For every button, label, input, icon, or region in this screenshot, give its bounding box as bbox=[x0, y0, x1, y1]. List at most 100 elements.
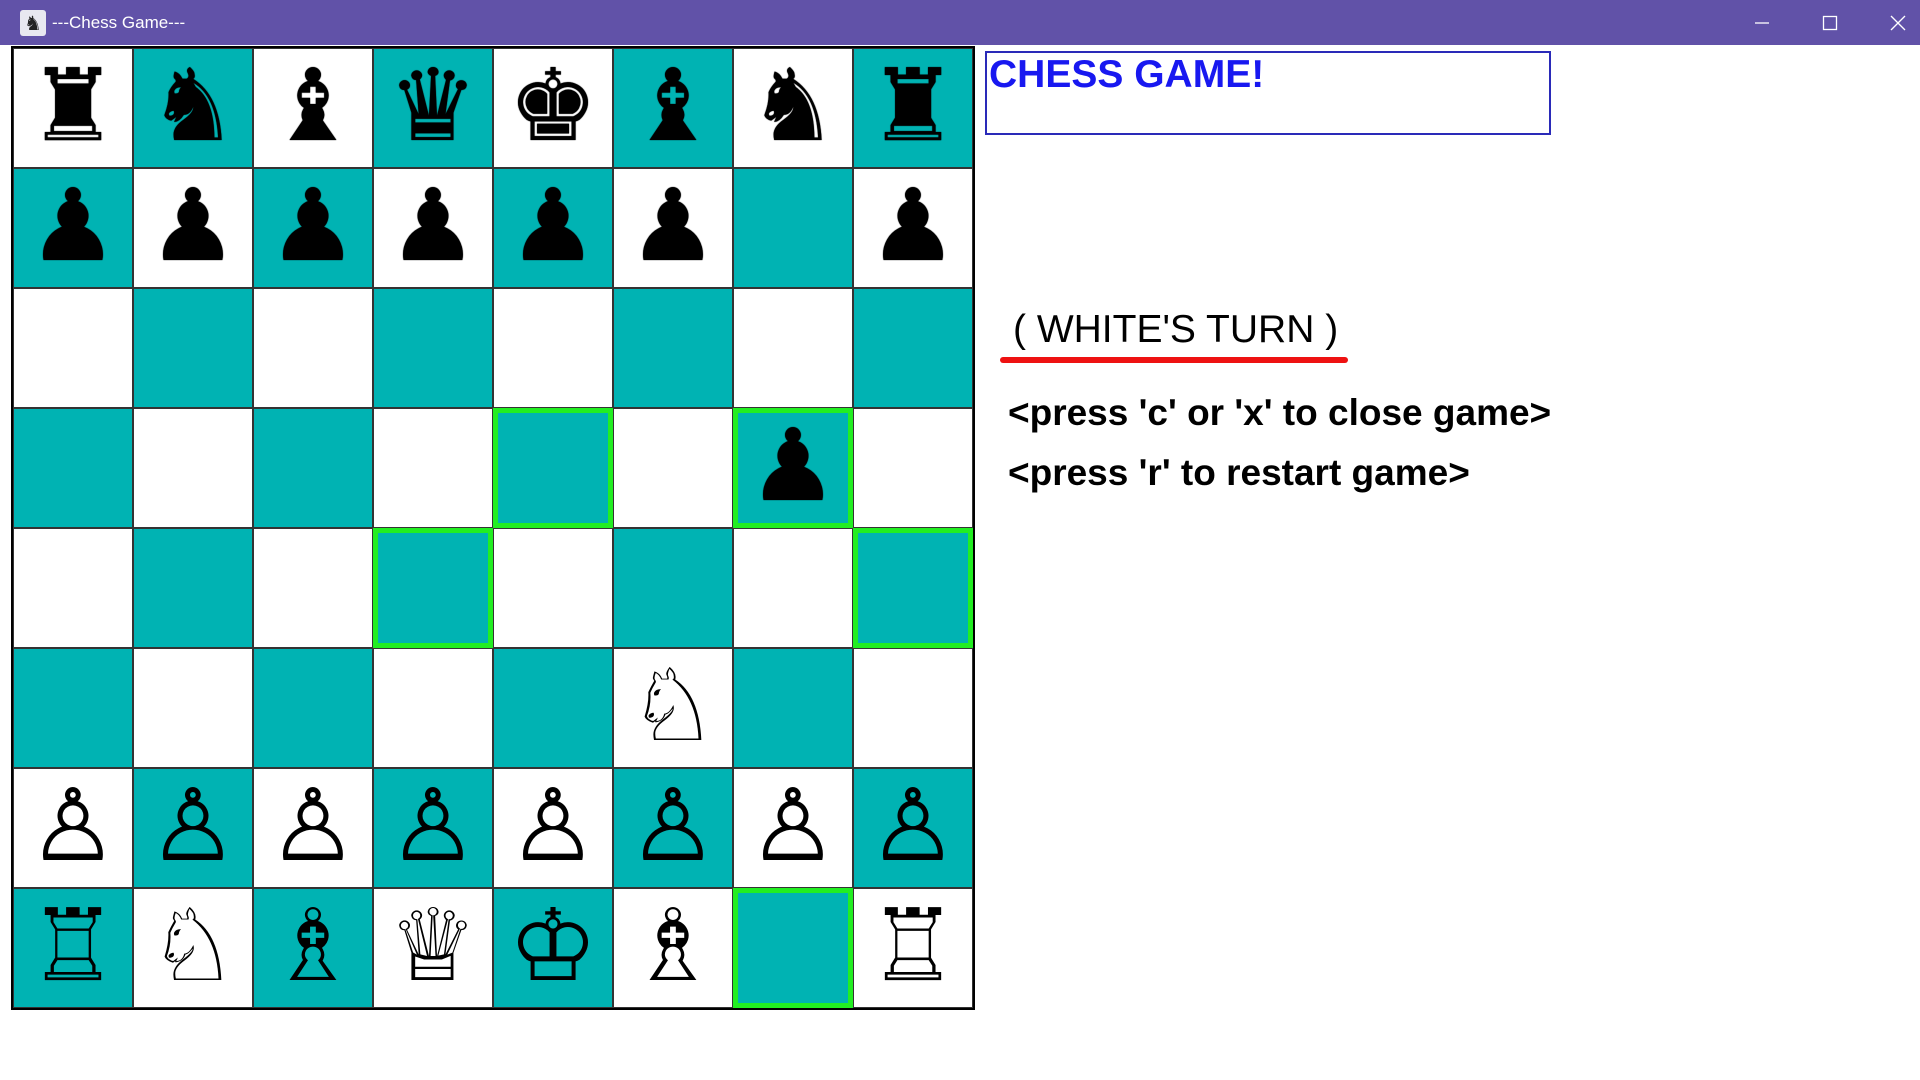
white-rook-icon[interactable]: ♖ bbox=[28, 896, 118, 996]
square-a8[interactable]: ♜ bbox=[13, 48, 133, 168]
white-pawn-icon[interactable]: ♙ bbox=[508, 776, 598, 876]
white-bishop-icon[interactable]: ♗ bbox=[268, 896, 358, 996]
black-queen-icon[interactable]: ♛ bbox=[388, 56, 478, 156]
square-d2[interactable]: ♙ bbox=[373, 768, 493, 888]
square-c7[interactable]: ♟ bbox=[253, 168, 373, 288]
square-c8[interactable]: ♝ bbox=[253, 48, 373, 168]
white-king-icon[interactable]: ♔ bbox=[508, 896, 598, 996]
black-bishop-icon[interactable]: ♝ bbox=[628, 56, 718, 156]
square-g8[interactable]: ♞ bbox=[733, 48, 853, 168]
square-a3[interactable] bbox=[13, 648, 133, 768]
square-a2[interactable]: ♙ bbox=[13, 768, 133, 888]
square-d7[interactable]: ♟ bbox=[373, 168, 493, 288]
black-pawn-icon[interactable]: ♟ bbox=[388, 176, 478, 276]
square-g3[interactable] bbox=[733, 648, 853, 768]
chess-app-icon[interactable]: ♞ bbox=[20, 10, 46, 36]
square-g4[interactable] bbox=[733, 528, 853, 648]
square-b8[interactable]: ♞ bbox=[133, 48, 253, 168]
black-pawn-icon[interactable]: ♟ bbox=[268, 176, 358, 276]
square-f5[interactable] bbox=[613, 408, 733, 528]
square-c4[interactable] bbox=[253, 528, 373, 648]
square-e5-highlighted[interactable] bbox=[493, 408, 613, 528]
close-button[interactable] bbox=[1864, 0, 1920, 45]
black-knight-icon[interactable]: ♞ bbox=[748, 56, 838, 156]
square-b3[interactable] bbox=[133, 648, 253, 768]
square-h6[interactable] bbox=[853, 288, 973, 408]
square-f6[interactable] bbox=[613, 288, 733, 408]
square-c3[interactable] bbox=[253, 648, 373, 768]
square-h5[interactable] bbox=[853, 408, 973, 528]
square-e8[interactable]: ♚ bbox=[493, 48, 613, 168]
white-pawn-icon[interactable]: ♙ bbox=[148, 776, 238, 876]
square-a4[interactable] bbox=[13, 528, 133, 648]
white-pawn-icon[interactable]: ♙ bbox=[748, 776, 838, 876]
square-h8[interactable]: ♜ bbox=[853, 48, 973, 168]
square-c5[interactable] bbox=[253, 408, 373, 528]
black-rook-icon[interactable]: ♜ bbox=[868, 56, 958, 156]
square-g1-highlighted[interactable] bbox=[733, 888, 853, 1008]
square-e1[interactable]: ♔ bbox=[493, 888, 613, 1008]
square-g7[interactable] bbox=[733, 168, 853, 288]
square-c2[interactable]: ♙ bbox=[253, 768, 373, 888]
square-d8[interactable]: ♛ bbox=[373, 48, 493, 168]
square-f4[interactable] bbox=[613, 528, 733, 648]
black-bishop-icon[interactable]: ♝ bbox=[268, 56, 358, 156]
square-a1[interactable]: ♖ bbox=[13, 888, 133, 1008]
black-knight-icon[interactable]: ♞ bbox=[148, 56, 238, 156]
square-g2[interactable]: ♙ bbox=[733, 768, 853, 888]
black-rook-icon[interactable]: ♜ bbox=[28, 56, 118, 156]
square-e7[interactable]: ♟ bbox=[493, 168, 613, 288]
black-pawn-icon[interactable]: ♟ bbox=[628, 176, 718, 276]
black-pawn-icon[interactable]: ♟ bbox=[508, 176, 598, 276]
square-f2[interactable]: ♙ bbox=[613, 768, 733, 888]
square-a6[interactable] bbox=[13, 288, 133, 408]
white-pawn-icon[interactable]: ♙ bbox=[628, 776, 718, 876]
white-queen-icon[interactable]: ♕ bbox=[388, 896, 478, 996]
square-a5[interactable] bbox=[13, 408, 133, 528]
square-h7[interactable]: ♟ bbox=[853, 168, 973, 288]
square-d5[interactable] bbox=[373, 408, 493, 528]
square-b2[interactable]: ♙ bbox=[133, 768, 253, 888]
square-b4[interactable] bbox=[133, 528, 253, 648]
white-pawn-icon[interactable]: ♙ bbox=[28, 776, 118, 876]
square-e2[interactable]: ♙ bbox=[493, 768, 613, 888]
square-d6[interactable] bbox=[373, 288, 493, 408]
square-c1[interactable]: ♗ bbox=[253, 888, 373, 1008]
square-h2[interactable]: ♙ bbox=[853, 768, 973, 888]
square-f3[interactable]: ♘ bbox=[613, 648, 733, 768]
square-d3[interactable] bbox=[373, 648, 493, 768]
minimize-button[interactable] bbox=[1728, 0, 1796, 45]
square-d4-highlighted[interactable] bbox=[373, 528, 493, 648]
square-e3[interactable] bbox=[493, 648, 613, 768]
square-c6[interactable] bbox=[253, 288, 373, 408]
black-pawn-icon[interactable]: ♟ bbox=[748, 416, 838, 516]
maximize-button[interactable] bbox=[1796, 0, 1864, 45]
square-b7[interactable]: ♟ bbox=[133, 168, 253, 288]
square-f8[interactable]: ♝ bbox=[613, 48, 733, 168]
white-pawn-icon[interactable]: ♙ bbox=[868, 776, 958, 876]
square-f7[interactable]: ♟ bbox=[613, 168, 733, 288]
black-pawn-icon[interactable]: ♟ bbox=[148, 176, 238, 276]
square-a7[interactable]: ♟ bbox=[13, 168, 133, 288]
square-b1[interactable]: ♘ bbox=[133, 888, 253, 1008]
square-b6[interactable] bbox=[133, 288, 253, 408]
square-f1[interactable]: ♗ bbox=[613, 888, 733, 1008]
white-knight-icon[interactable]: ♘ bbox=[148, 896, 238, 996]
white-pawn-icon[interactable]: ♙ bbox=[268, 776, 358, 876]
square-g6[interactable] bbox=[733, 288, 853, 408]
square-b5[interactable] bbox=[133, 408, 253, 528]
black-pawn-icon[interactable]: ♟ bbox=[28, 176, 118, 276]
square-e4[interactable] bbox=[493, 528, 613, 648]
square-h3[interactable] bbox=[853, 648, 973, 768]
white-rook-icon[interactable]: ♖ bbox=[868, 896, 958, 996]
black-king-icon[interactable]: ♚ bbox=[508, 56, 598, 156]
square-g5-highlighted[interactable]: ♟ bbox=[733, 408, 853, 528]
white-bishop-icon[interactable]: ♗ bbox=[628, 896, 718, 996]
white-pawn-icon[interactable]: ♙ bbox=[388, 776, 478, 876]
white-knight-icon[interactable]: ♘ bbox=[628, 656, 718, 756]
square-d1[interactable]: ♕ bbox=[373, 888, 493, 1008]
chess-board[interactable]: ♜ ♞ ♝ ♛ ♚ ♝ ♞ ♜ ♟ ♟ ♟ ♟ ♟ ♟ ♟ ♟ ♘ ♙ ♙ ♙ ♙ ♙ ♙ ♙ ♙ ♖ ♘ ♗ ♕ ♔ ♗ ♖ bbox=[11, 46, 975, 1010]
square-h1[interactable]: ♖ bbox=[853, 888, 973, 1008]
square-e6[interactable] bbox=[493, 288, 613, 408]
square-h4-highlighted[interactable] bbox=[853, 528, 973, 648]
